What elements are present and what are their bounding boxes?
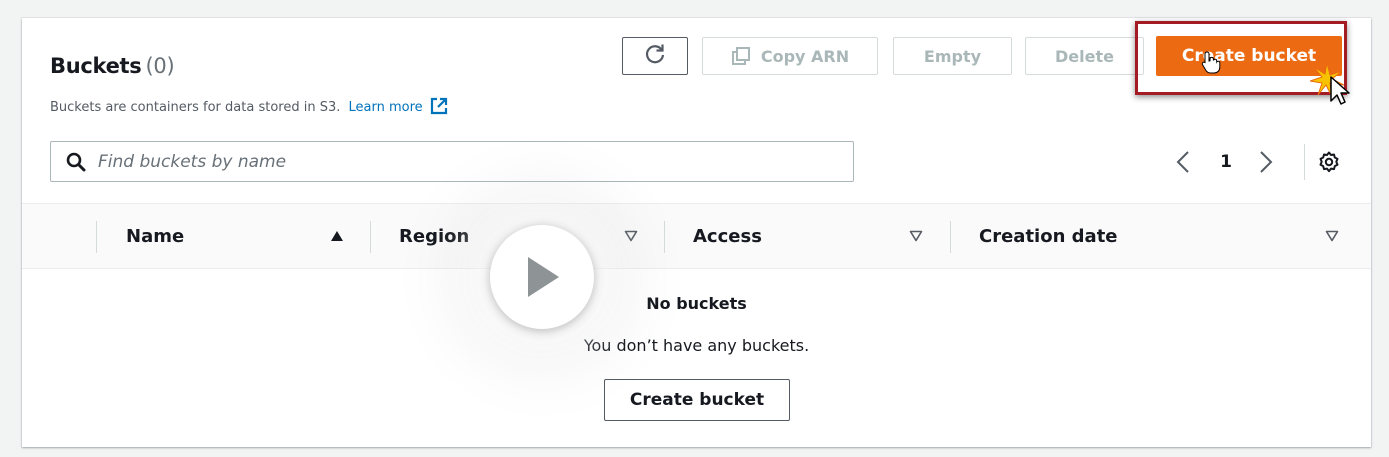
search-field[interactable] [50,141,854,182]
sort-none-icon[interactable] [624,204,638,268]
empty-bucket-button[interactable]: Empty [893,37,1012,75]
video-play-button[interactable] [490,225,594,329]
column-header-name[interactable]: Name [126,204,184,268]
column-separator [950,221,951,253]
page-description: Buckets are containers for data stored i… [50,96,449,120]
bucket-count: (0) [145,54,175,78]
table-header: Name Region Access Creation date [22,203,1371,269]
sort-none-icon[interactable] [909,204,923,268]
page-title-text: Buckets [50,54,142,78]
delete-bucket-button[interactable]: Delete [1025,37,1144,75]
page-number[interactable]: 1 [1211,146,1241,178]
arrow-cursor-icon [1330,76,1350,105]
description-text: Buckets are containers for data stored i… [50,100,341,115]
empty-bucket-label: Empty [923,46,982,66]
empty-state-description: You don’t have any buckets. [583,336,810,355]
buckets-panel: Buckets (0) Buckets are containers for da… [22,18,1371,447]
refresh-icon[interactable] [644,43,666,69]
next-page-button[interactable] [1251,146,1281,178]
learn-more-text[interactable]: Learn more [349,100,423,115]
refresh-button[interactable] [622,37,688,75]
delete-bucket-label: Delete [1055,46,1114,66]
column-separator [96,221,97,253]
column-label: Region [399,225,470,247]
copy-arn-label: Copy ARN [760,46,850,66]
gear-icon [1319,151,1339,173]
column-label: Creation date [979,225,1118,247]
pagination-divider [1304,144,1305,180]
column-label: Access [693,225,762,247]
column-header-access[interactable]: Access [693,204,762,268]
play-icon [528,257,559,297]
column-header-creation-date[interactable]: Creation date [979,204,1118,268]
chevron-left-icon [1176,151,1189,173]
sort-none-icon[interactable] [1325,204,1339,268]
sort-ascending-icon[interactable] [330,204,344,268]
hand-cursor-icon [1201,51,1221,74]
external-link-icon[interactable] [429,96,449,120]
previous-page-button[interactable] [1168,146,1198,178]
learn-more-link[interactable]: Learn more [349,97,449,115]
page-title: Buckets (0) [50,54,175,78]
chevron-right-icon [1260,151,1273,173]
empty-state-create-label: Create bucket [629,390,765,410]
copy-icon [731,47,750,65]
column-separator [664,221,665,253]
empty-state-create-bucket-button[interactable]: Create bucket [604,379,790,421]
column-label: Name [126,225,185,247]
empty-state-title: No buckets [646,294,747,313]
copy-arn-button[interactable]: Copy ARN [702,37,878,75]
search-input[interactable] [96,145,853,178]
preferences-button[interactable] [1312,144,1346,180]
column-separator [370,221,371,253]
column-header-region[interactable]: Region [399,204,469,268]
search-icon [66,152,86,171]
